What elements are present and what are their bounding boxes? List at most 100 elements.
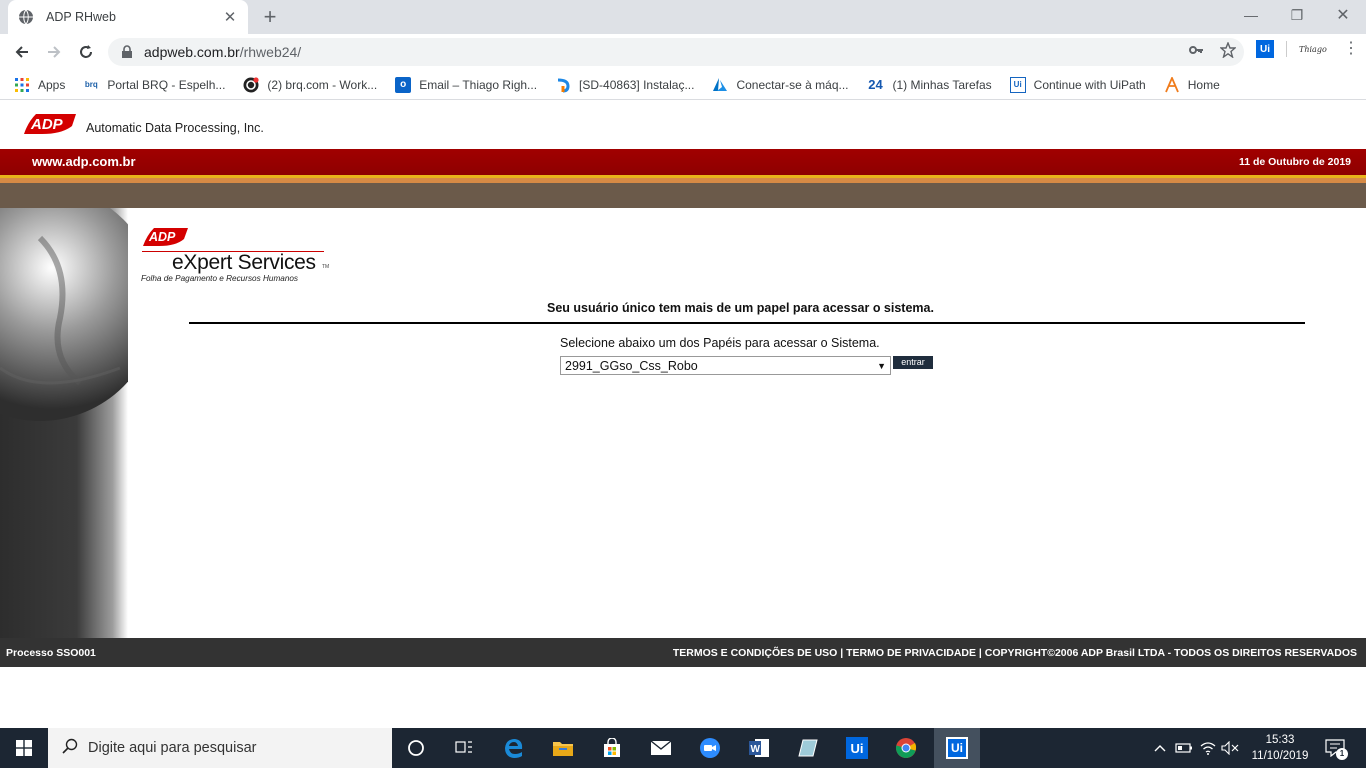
windows-taskbar: Digite aqui para pesquisar W Ui Ui 15:33… [0,728,1366,768]
close-window-button[interactable]: ✕ [1320,0,1366,30]
reload-button[interactable] [74,40,98,64]
svg-text:W: W [751,744,761,755]
expert-title: eXpert Services [172,251,316,274]
word-icon[interactable]: W [743,732,775,764]
start-button[interactable] [0,728,48,768]
expert-trademark: TM [322,264,330,270]
notifications-icon[interactable]: 1 [1324,738,1348,760]
url-text: adpweb.com.br/rhweb24/ [144,44,301,60]
bookmark-label: Portal BRQ - Espelh... [107,77,226,92]
uipath-studio-icon[interactable]: Ui [841,732,873,764]
task-view-icon[interactable] [448,732,480,764]
url-domain: adpweb.com.br [144,44,240,60]
web-page: ADP Automatic Data Processing, Inc. www.… [0,101,1366,727]
svg-text:ADP: ADP [30,116,64,133]
browser-toolbar: adpweb.com.br/rhweb24/ Ui Thiago ⋮ [0,34,1366,70]
svg-text:ADP: ADP [148,230,176,244]
page-footer: Processo SSO001 TERMOS E CONDIÇÕES DE US… [0,638,1366,667]
bookmark-star-icon[interactable] [1219,41,1237,63]
jira-icon [555,77,571,93]
bookmark-home[interactable]: Home [1164,76,1220,93]
minimize-button[interactable]: — [1228,0,1274,30]
bookmark-minhas-tarefas[interactable]: 24 (1) Minhas Tarefas [867,77,992,93]
chrome-icon[interactable] [890,732,922,764]
site-bar: www.adp.com.br 11 de Outubro de 2019 [0,149,1366,175]
clock-date: 11/10/2019 [1251,750,1309,762]
zoom-icon[interactable] [694,732,726,764]
enter-button[interactable]: entrar [893,356,933,369]
globe-image [0,208,128,421]
forward-button[interactable] [42,40,66,64]
brown-bar [0,183,1366,208]
uipath-extension-icon[interactable]: Ui [1256,40,1274,58]
menu-dots-icon[interactable]: ⋮ [1343,41,1359,57]
apps-grid-icon [14,77,30,93]
current-date: 11 de Outubro de 2019 [1238,156,1351,168]
key-icon[interactable] [1188,42,1204,63]
show-hidden-icons-icon[interactable] [1150,738,1170,758]
expert-subtitle: Folha de Pagamento e Recursos Humanos [141,274,299,283]
page-header: ADP Automatic Data Processing, Inc. [0,101,1366,149]
globe-icon [18,9,34,25]
taskbar-clock[interactable]: 15:33 11/10/2019 [1240,732,1320,764]
back-button[interactable] [10,40,34,64]
browser-tab[interactable]: ADP RHweb ✕ [8,0,248,34]
bookmark-apps[interactable]: Apps [14,77,65,93]
bookmark-uipath[interactable]: Ui Continue with UiPath [1009,76,1146,93]
role-select[interactable]: 2991_GGso_Css_Robo ▼ [560,356,891,375]
calendar-24-icon: 24 [868,77,883,92]
browser-tab-strip: ADP RHweb ✕ + — ❐ ✕ [0,0,1366,34]
outlook-icon: o [395,76,412,93]
home-a-icon [1164,76,1180,93]
search-icon [62,738,78,759]
bookmark-label: Email – Thiago Righ... [419,77,538,92]
close-tab-icon[interactable]: ✕ [222,9,238,26]
battery-icon[interactable] [1174,738,1194,758]
divider-line [189,322,1305,324]
store-icon[interactable] [596,732,628,764]
expert-services-logo: ADP eXpert Services TM Folha de Pagament… [140,225,340,285]
bookmark-label: Continue with UiPath [1033,77,1146,92]
bookmark-label: Conectar-se à máq... [736,77,849,92]
file-explorer-icon[interactable] [547,732,579,764]
uipath-icon: Ui [1009,76,1026,93]
edge-icon[interactable] [498,732,530,764]
url-path: /rhweb24/ [239,44,302,60]
bookmark-portal-brq[interactable]: brq Portal BRQ - Espelh... [83,77,226,93]
multiple-roles-message: Seu usuário único tem mais de um papel p… [547,301,934,315]
search-placeholder: Digite aqui para pesquisar [88,740,257,756]
windows-logo-icon [16,740,32,756]
address-bar[interactable]: adpweb.com.br/rhweb24/ [108,38,1244,66]
tab-title: ADP RHweb [46,10,116,24]
wifi-icon[interactable] [1198,738,1218,758]
dropdown-arrow-icon: ▼ [877,360,886,371]
new-tab-button[interactable]: + [258,6,282,28]
bookmark-brq-workplace[interactable]: (2) brq.com - Work... [243,76,378,93]
restore-button[interactable]: ❐ [1274,0,1320,30]
bookmark-label: Home [1187,77,1220,92]
workplace-icon [243,76,260,93]
cortana-icon[interactable] [400,732,432,764]
site-link[interactable]: www.adp.com.br [32,154,136,169]
volume-muted-icon[interactable] [1220,738,1240,758]
bookmark-label: (1) Minhas Tarefas [892,77,992,92]
taskbar-search[interactable]: Digite aqui para pesquisar [48,728,392,768]
left-globe-panel [0,208,128,638]
mail-icon[interactable] [645,732,677,764]
profile-signature[interactable]: Thiago [1299,45,1331,54]
role-select-value: 2991_GGso_Css_Robo [565,358,698,373]
footer-links[interactable]: TERMOS E CONDIÇÕES DE USO | TERMO DE PRI… [673,647,1357,659]
adp-small-logo: ADP [143,228,188,246]
bookmark-label: (2) brq.com - Work... [267,77,378,92]
process-id: Processo SSO001 [6,647,96,659]
bookmark-label: Apps [38,77,66,92]
bookmark-sd-40863[interactable]: [SD-40863] Instalaç... [555,77,694,93]
adp-logo: ADP [24,114,76,134]
notes-app-icon[interactable] [792,732,824,764]
uipath-robot-icon[interactable]: Ui [934,728,980,768]
bookmark-email[interactable]: o Email – Thiago Righ... [395,76,538,93]
lock-icon [120,45,134,59]
brq-icon: brq [84,80,98,89]
company-name: Automatic Data Processing, Inc. [86,121,264,135]
bookmark-azure[interactable]: Conectar-se à máq... [712,77,849,93]
